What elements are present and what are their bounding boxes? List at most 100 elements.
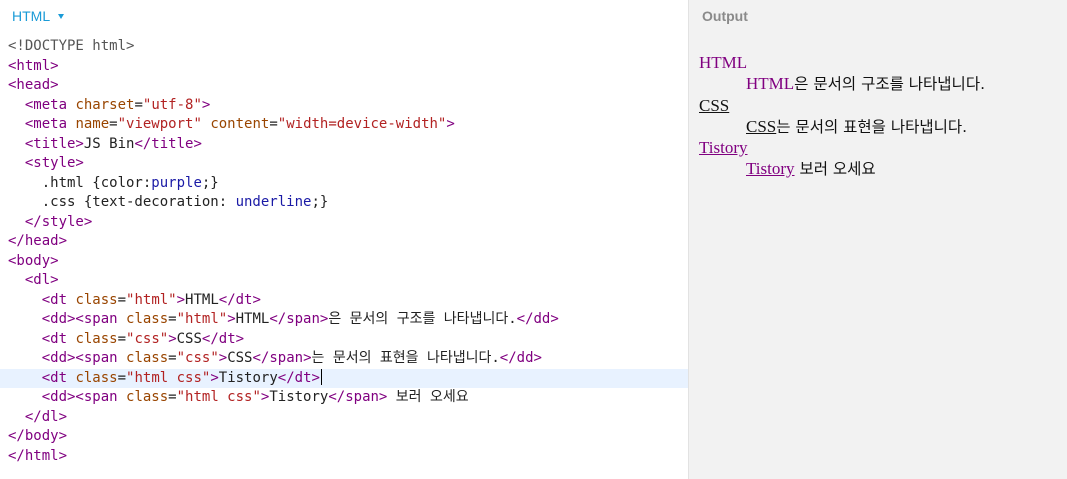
code-line[interactable]: <dd><span class="html css">Tistory</span… <box>8 388 688 408</box>
code-token: <html> <box>8 57 59 74</box>
code-token: <dl> <box>24 272 59 288</box>
code-token: </body> <box>8 428 68 444</box>
caret-down-icon <box>58 14 65 19</box>
code-token: = <box>117 369 127 386</box>
code-token: underline <box>235 194 312 210</box>
code-line[interactable]: </style> <box>8 213 688 233</box>
code-token: purple <box>151 174 202 191</box>
code-line[interactable]: .html {color:purple;} <box>8 174 688 194</box>
rendered-term-text: HTML <box>699 53 748 72</box>
html-editor-panel[interactable]: HTML <!DOCTYPE html> <html> <head> <meta c… <box>0 0 688 479</box>
code-line[interactable]: <dd><span class="css">CSS</span>는 문서의 표현… <box>8 349 688 369</box>
code-token: CSS <box>227 350 253 366</box>
code-token: = <box>269 116 278 132</box>
code-token: </style> <box>24 213 93 230</box>
code-line[interactable]: </body> <box>8 427 688 447</box>
code-token: "width=device-width" <box>277 116 447 132</box>
code-token: JS Bin <box>83 135 135 152</box>
code-token: <dt <box>41 330 76 347</box>
code-token: "html css" <box>176 389 261 405</box>
code-token: <title> <box>24 135 84 152</box>
code-token: class <box>126 311 169 327</box>
code-token: ;} <box>311 194 329 210</box>
code-token: > <box>176 291 186 308</box>
code-token: CSS <box>176 330 202 347</box>
code-token: </dt> <box>201 330 245 347</box>
output-panel: Output HTML HTML은 문서의 구조를 나타냅니다. CSS CSS는 문… <box>688 0 1067 479</box>
code-line[interactable]: <html> <box>8 57 688 77</box>
code-line[interactable]: .css {text-decoration: underline;} <box>8 193 688 213</box>
code-token: Tistory <box>218 369 278 386</box>
code-token: <dt <box>41 369 76 386</box>
code-line[interactable]: <title>JS Bin</title> <box>8 135 688 155</box>
code-token: <meta <box>24 96 76 113</box>
code-token: class <box>75 291 118 308</box>
html-panel-dropdown[interactable]: HTML <box>12 6 65 26</box>
code-token: > <box>210 369 219 386</box>
code-line[interactable]: <meta name="viewport" content="width=dev… <box>8 115 688 135</box>
code-token: </span> <box>269 311 329 327</box>
code-token: > <box>227 311 236 327</box>
code-line[interactable]: <body> <box>8 252 688 272</box>
code-token: = <box>134 96 143 113</box>
code-token: </dl> <box>24 408 68 425</box>
code-token: "viewport" <box>117 116 202 132</box>
code-token: <!DOCTYPE html> <box>8 38 135 54</box>
code-token: <dd><span <box>41 389 127 405</box>
rendered-term: HTML <box>699 52 985 73</box>
code-token: 은 문서의 구조를 나타냅니다. <box>328 311 517 327</box>
code-line[interactable]: <dt class="css">CSS</dt> <box>8 330 688 350</box>
code-token: "css" <box>126 330 169 347</box>
code-line[interactable]: </html> <box>8 447 688 467</box>
code-line[interactable]: <head> <box>8 76 688 96</box>
code-line[interactable]: <style> <box>8 154 688 174</box>
rendered-description: HTML은 문서의 구조를 나타냅니다. <box>699 73 985 95</box>
code-token: > <box>446 116 455 132</box>
rendered-description: CSS는 문서의 표현을 나타냅니다. <box>699 116 985 138</box>
code-token: </span> <box>252 350 312 366</box>
code-line[interactable]: <dd><span class="html">HTML</span>은 문서의 … <box>8 310 688 330</box>
code-token: > <box>168 330 177 347</box>
code-token: "css" <box>176 350 219 366</box>
code-token: class <box>75 330 118 347</box>
code-editor[interactable]: <!DOCTYPE html> <html> <head> <meta charse… <box>0 37 688 467</box>
code-token: .html {color: <box>8 174 152 191</box>
code-token: 보러 오세요 <box>387 389 469 405</box>
code-token: "html css" <box>126 369 211 386</box>
code-token: <head> <box>8 77 59 93</box>
code-token: Tistory <box>269 389 329 405</box>
code-token: <dd><span <box>41 350 127 366</box>
code-token: ;} <box>201 174 219 191</box>
code-token: "html" <box>126 291 177 308</box>
code-token: <meta <box>24 116 76 132</box>
code-token: class <box>126 350 169 366</box>
code-line[interactable]: </head> <box>8 232 688 252</box>
code-token: </dt> <box>218 291 261 308</box>
code-token: "utf-8" <box>142 96 202 113</box>
code-token: .css {text-decoration: <box>8 194 236 210</box>
code-line[interactable]: <dt class="html css">Tistory</dt> <box>0 368 688 388</box>
code-line[interactable]: <dl> <box>8 271 688 291</box>
rendered-description-span: CSS <box>746 116 777 136</box>
rendered-description: Tistory 보러 오세요 <box>699 158 985 180</box>
code-token: </span> <box>328 389 388 405</box>
code-token: class <box>75 369 118 386</box>
code-line[interactable]: </dl> <box>8 408 688 428</box>
code-line[interactable]: <!DOCTYPE html> <box>8 37 688 57</box>
code-line[interactable]: <meta charset="utf-8"> <box>8 96 688 116</box>
code-token: "html" <box>176 311 228 327</box>
code-token: HTML <box>235 311 270 327</box>
code-token: = <box>168 350 177 366</box>
code-line[interactable]: <dt class="html">HTML</dt> <box>8 291 688 311</box>
code-token: </title> <box>134 135 202 152</box>
code-token: name <box>75 116 110 132</box>
code-token: <style> <box>24 155 84 171</box>
